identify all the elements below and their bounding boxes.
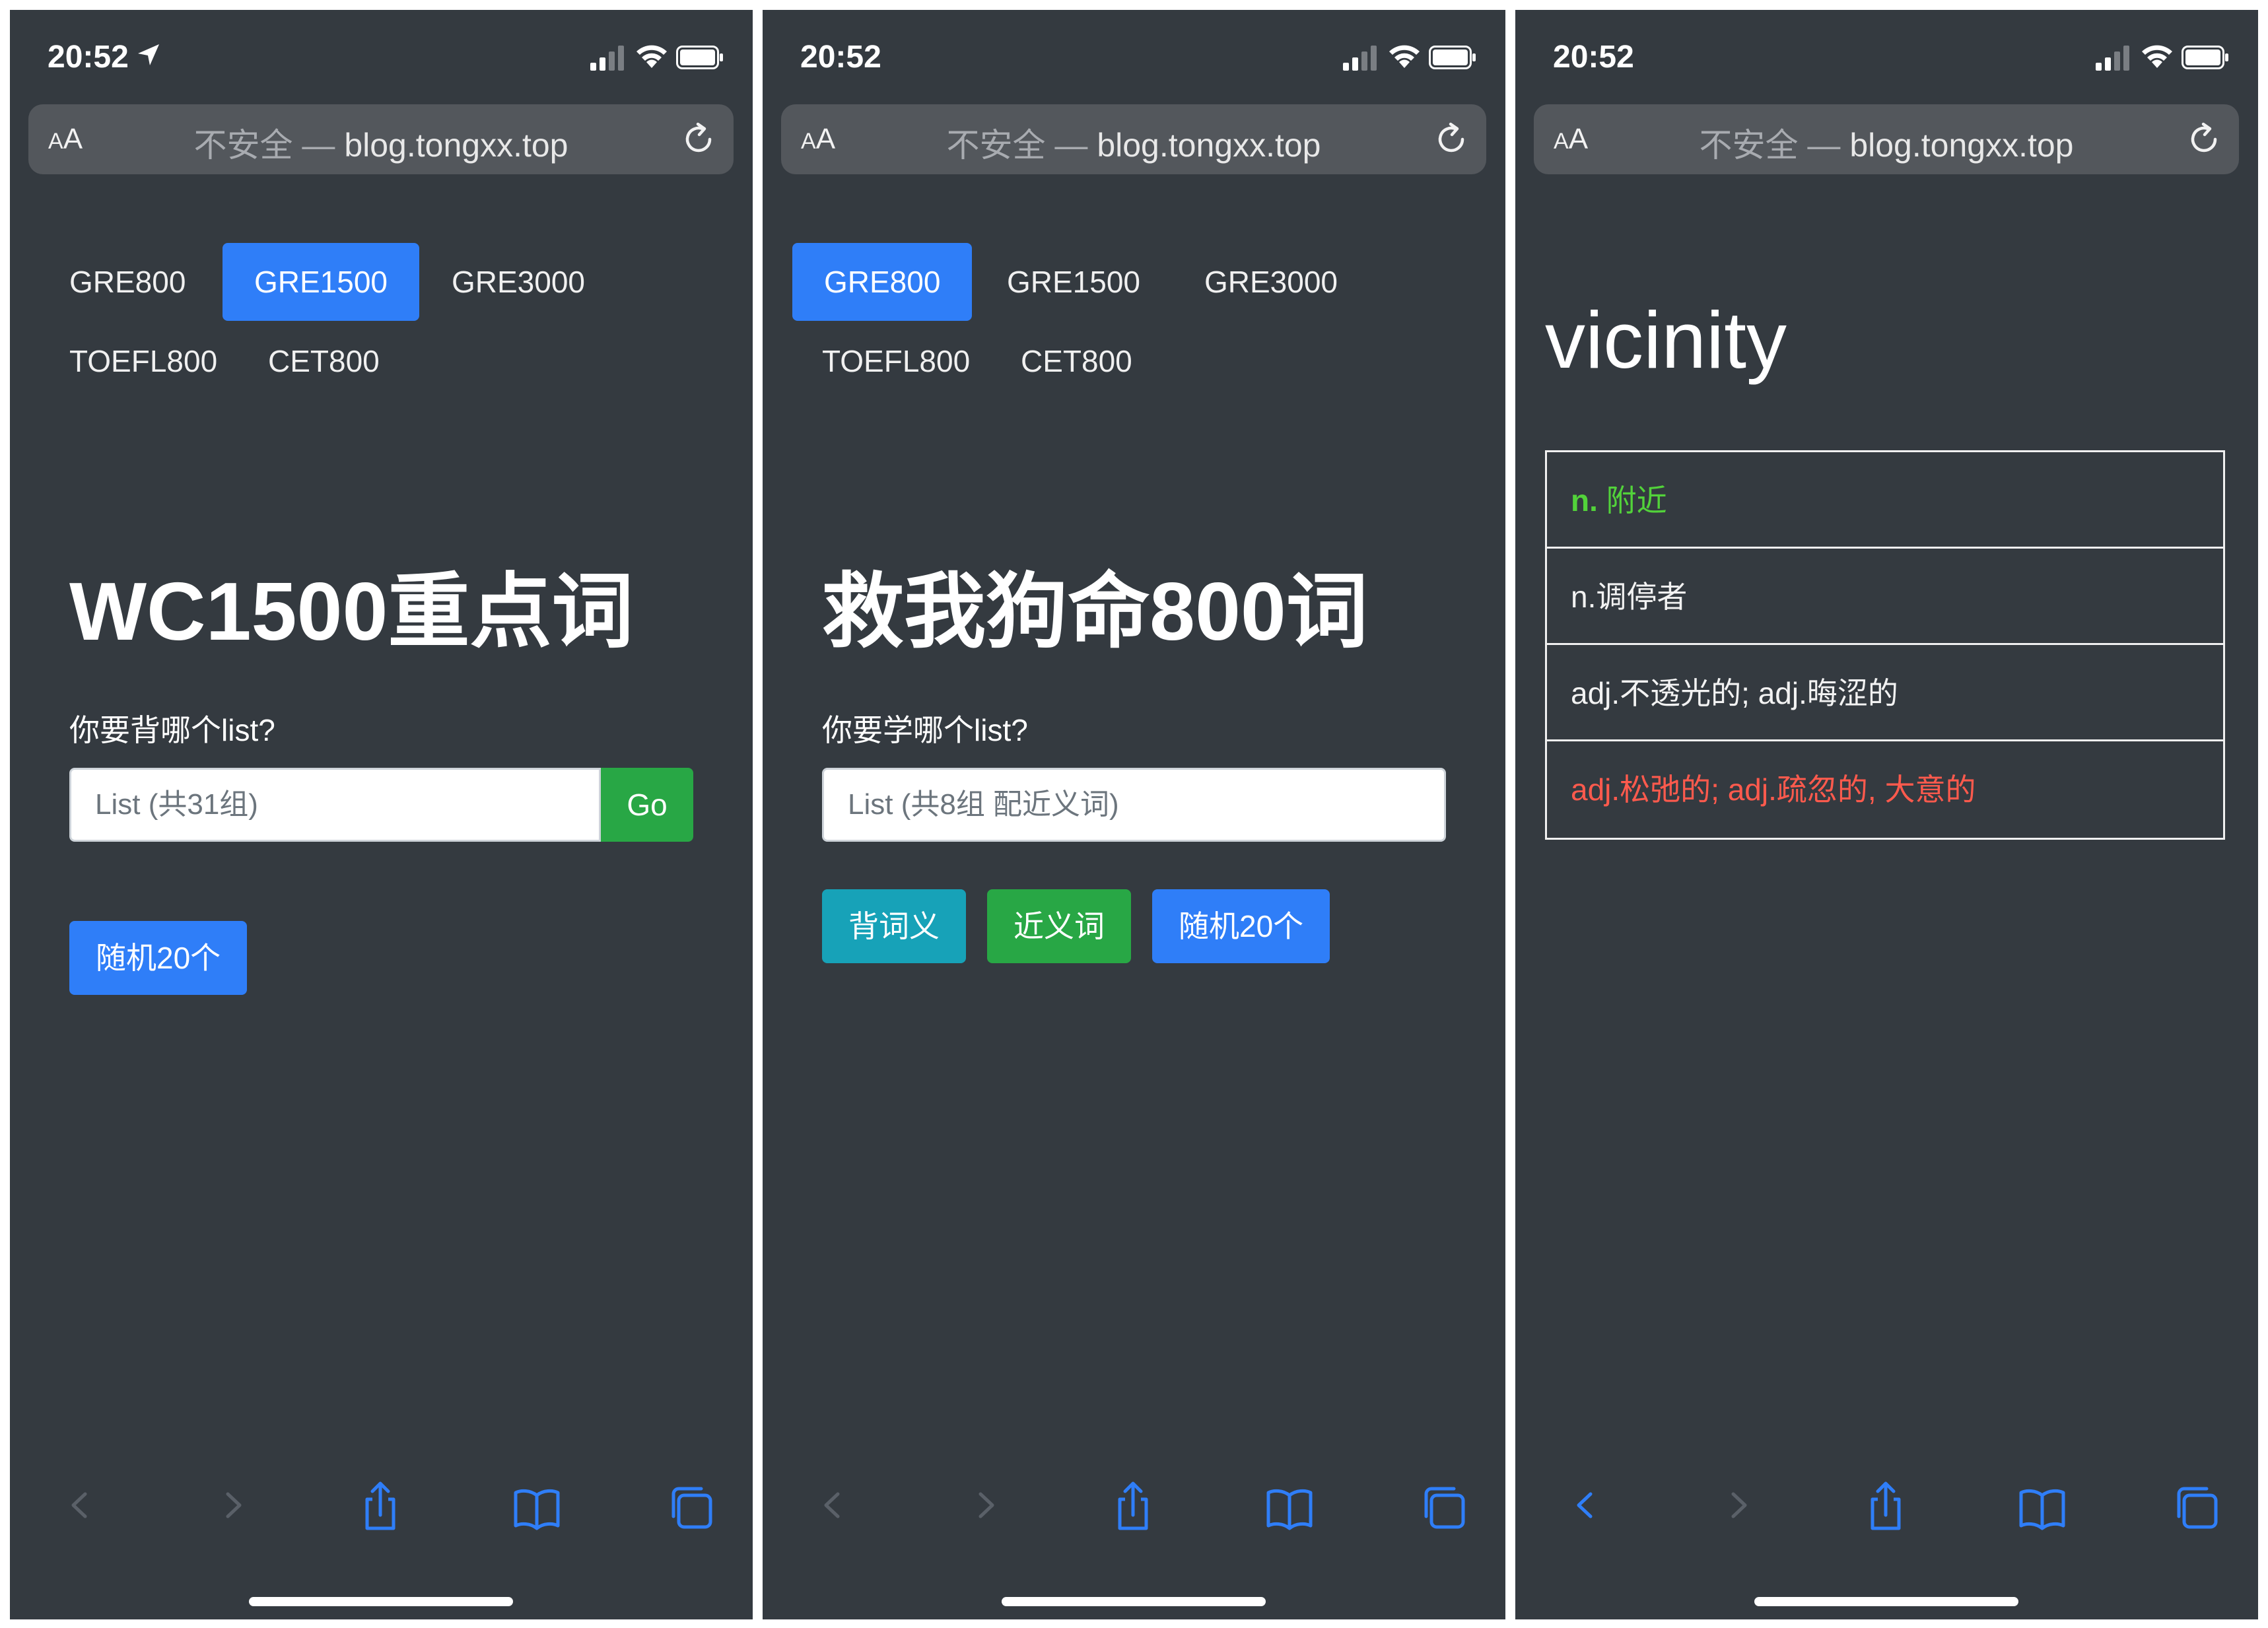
screen-gre800: 20:52 AA 不安全 — blog.tongxx.top GRE800 GR… xyxy=(763,10,1505,1619)
cellular-signal-icon xyxy=(2096,46,2129,71)
nav-cet800[interactable]: CET800 xyxy=(989,322,1164,400)
battery-icon xyxy=(676,46,723,69)
share-icon[interactable] xyxy=(354,1475,407,1535)
go-button[interactable]: Go xyxy=(601,768,693,842)
cellular-signal-icon xyxy=(590,46,624,71)
url-text[interactable]: 不安全 — blog.tongxx.top xyxy=(28,119,734,166)
share-icon[interactable] xyxy=(1859,1475,1912,1535)
reload-icon[interactable] xyxy=(678,119,719,160)
url-host: blog.tongxx.top xyxy=(344,127,568,164)
forward-icon[interactable] xyxy=(207,1475,259,1535)
random-20-button[interactable]: 随机20个 xyxy=(1152,889,1330,963)
url-host: blog.tongxx.top xyxy=(1097,127,1321,164)
screen-word-quiz: 20:52 AA 不安全 — blog.tongxx.top vicinity … xyxy=(1515,10,2258,1619)
address-bar[interactable]: AA 不安全 — blog.tongxx.top xyxy=(1534,104,2239,174)
meaning-options: n. 附近 n.调停者 adj.不透光的; adj.晦涩的 adj.松弛的; a… xyxy=(1545,450,2225,840)
nav-gre1500[interactable]: GRE1500 xyxy=(975,243,1172,321)
screen-gre1500: 20:52 AA 不安全 — blog.tongxx.top GRE800 GR… xyxy=(10,10,753,1619)
nav-gre3000[interactable]: GRE3000 xyxy=(420,243,617,321)
bookmarks-icon[interactable] xyxy=(510,1475,563,1535)
meaning-button[interactable]: 背词义 xyxy=(822,889,966,963)
status-time: 20:52 xyxy=(800,40,881,75)
list-input[interactable]: List (共8组 配近义词) xyxy=(822,768,1446,842)
part-of-speech: n. xyxy=(1571,483,1598,518)
list-prompt: 你要背哪个list? xyxy=(69,713,275,747)
tabs-icon[interactable] xyxy=(2171,1475,2224,1535)
reload-icon[interactable] xyxy=(2183,119,2224,160)
bookmarks-icon[interactable] xyxy=(2016,1475,2069,1535)
status-time: 20:52 xyxy=(1553,40,1634,75)
meaning-option-correct[interactable]: n. 附近 xyxy=(1547,452,2223,549)
nav-toefl800[interactable]: TOEFL800 xyxy=(38,322,249,400)
page-title: WC1500重点词 xyxy=(69,566,634,658)
meaning-option-wrong[interactable]: adj.松弛的; adj.疏忽的, 大意的 xyxy=(1547,741,2223,838)
insecure-label: 不安全 — xyxy=(193,127,335,164)
meaning-text: n.调停者 xyxy=(1571,580,1688,614)
forward-icon[interactable] xyxy=(1712,1475,1765,1535)
wifi-icon xyxy=(1389,45,1420,68)
nav-gre800[interactable]: GRE800 xyxy=(38,243,217,321)
url-text[interactable]: 不安全 — blog.tongxx.top xyxy=(781,119,1486,166)
home-indicator xyxy=(1002,1597,1266,1606)
address-bar[interactable]: AA 不安全 — blog.tongxx.top xyxy=(28,104,734,174)
wifi-icon xyxy=(636,45,667,68)
list-prompt: 你要学哪个list? xyxy=(822,713,1028,747)
meaning-text: 附近 xyxy=(1597,483,1667,518)
location-arrow-icon xyxy=(138,44,159,65)
nav-gre800-active[interactable]: GRE800 xyxy=(792,243,973,321)
nav-toefl800[interactable]: TOEFL800 xyxy=(790,322,1002,400)
nav-gre1500-active[interactable]: GRE1500 xyxy=(223,243,420,321)
battery-icon xyxy=(2182,46,2228,69)
insecure-label: 不安全 — xyxy=(946,127,1088,164)
url-host: blog.tongxx.top xyxy=(1849,127,2074,164)
bookmarks-icon[interactable] xyxy=(1263,1475,1316,1535)
nav-cet800[interactable]: CET800 xyxy=(236,322,411,400)
back-icon[interactable] xyxy=(806,1475,859,1535)
list-input[interactable]: List (共31组) xyxy=(69,768,601,842)
wifi-icon xyxy=(2142,45,2172,68)
status-time: 20:52 xyxy=(48,40,129,75)
synonym-button[interactable]: 近义词 xyxy=(987,889,1131,963)
url-text[interactable]: 不安全 — blog.tongxx.top xyxy=(1534,119,2239,166)
random-20-button[interactable]: 随机20个 xyxy=(69,921,248,995)
forward-icon[interactable] xyxy=(959,1475,1012,1535)
meaning-text: adj.松弛的; adj.疏忽的, 大意的 xyxy=(1571,772,1976,807)
reload-icon[interactable] xyxy=(1431,119,1472,160)
quiz-word: vicinity xyxy=(1545,295,1787,385)
meaning-text: adj.不透光的; adj.晦涩的 xyxy=(1571,676,1898,710)
cellular-signal-icon xyxy=(1343,46,1377,71)
page-title: 救我狗命800词 xyxy=(822,566,1368,658)
meaning-option[interactable]: adj.不透光的; adj.晦涩的 xyxy=(1547,645,2223,741)
insecure-label: 不安全 — xyxy=(1699,127,1841,164)
share-icon[interactable] xyxy=(1107,1475,1159,1535)
meaning-option[interactable]: n.调停者 xyxy=(1547,549,2223,645)
address-bar[interactable]: AA 不安全 — blog.tongxx.top xyxy=(781,104,1486,174)
nav-gre3000[interactable]: GRE3000 xyxy=(1173,243,1369,321)
home-indicator xyxy=(249,1597,513,1606)
tabs-icon[interactable] xyxy=(666,1475,718,1535)
tabs-icon[interactable] xyxy=(1418,1475,1471,1535)
back-icon[interactable] xyxy=(53,1475,106,1535)
battery-icon xyxy=(1429,46,1476,69)
back-icon[interactable] xyxy=(1559,1475,1612,1535)
home-indicator xyxy=(1754,1597,2018,1606)
